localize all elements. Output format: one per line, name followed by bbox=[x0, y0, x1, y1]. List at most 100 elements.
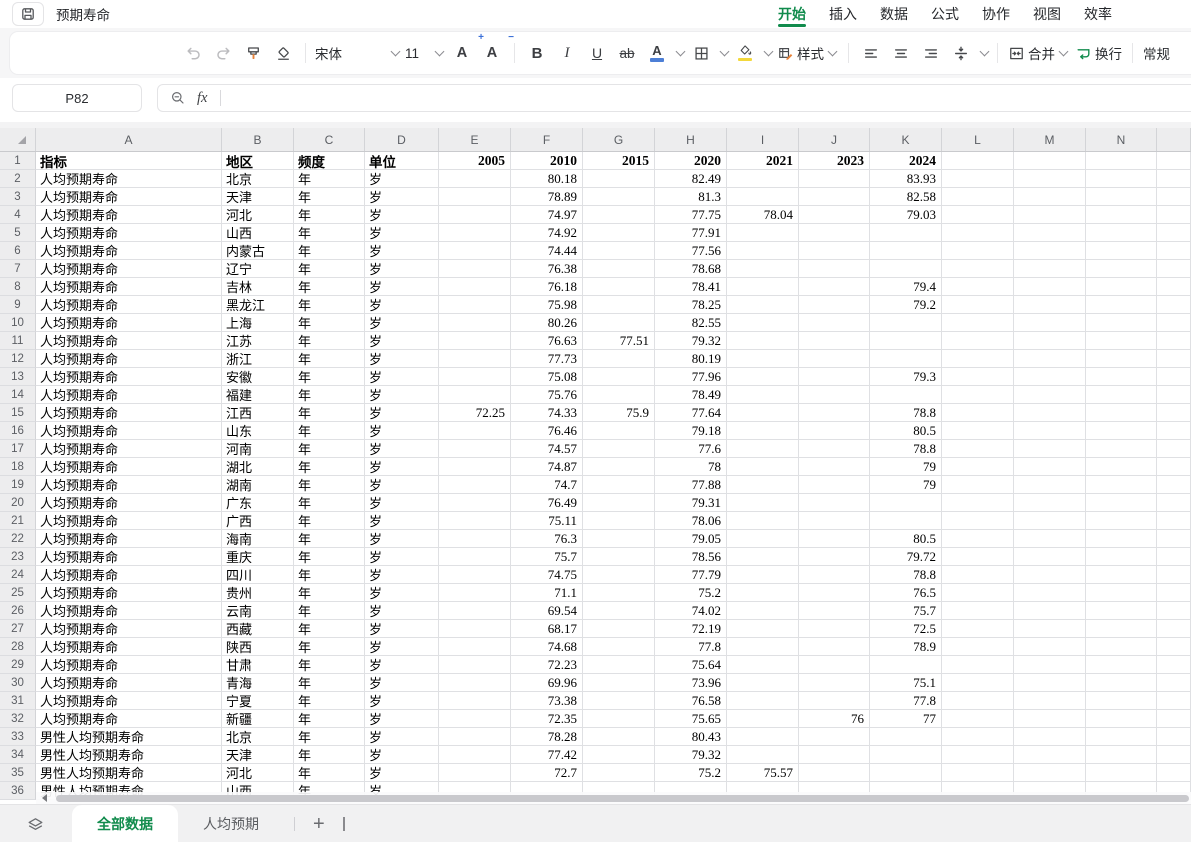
cell[interactable] bbox=[583, 314, 655, 332]
cell[interactable] bbox=[1086, 620, 1157, 638]
cell[interactable]: 75.9 bbox=[583, 404, 655, 422]
cell[interactable]: 81.3 bbox=[655, 188, 727, 206]
cell[interactable] bbox=[870, 224, 942, 242]
cell[interactable]: 年 bbox=[294, 548, 365, 566]
column-header-C[interactable]: C bbox=[294, 128, 365, 151]
cell[interactable] bbox=[870, 656, 942, 674]
row-number[interactable]: 27 bbox=[0, 620, 36, 638]
cell[interactable] bbox=[583, 368, 655, 386]
row-number[interactable]: 13 bbox=[0, 368, 36, 386]
cell[interactable]: 74.02 bbox=[655, 602, 727, 620]
cell[interactable]: 71.1 bbox=[511, 584, 583, 602]
cell[interactable]: 78.25 bbox=[655, 296, 727, 314]
bold-button[interactable]: B bbox=[522, 38, 552, 68]
align-center-button[interactable] bbox=[886, 38, 916, 68]
cell[interactable]: 82.49 bbox=[655, 170, 727, 188]
cell[interactable]: 人均预期寿命 bbox=[36, 602, 222, 620]
cell[interactable] bbox=[870, 314, 942, 332]
cell[interactable] bbox=[1086, 710, 1157, 728]
cell[interactable] bbox=[1014, 188, 1086, 206]
cell[interactable]: 江苏 bbox=[222, 332, 294, 350]
cell[interactable] bbox=[727, 224, 799, 242]
cell[interactable]: 75.64 bbox=[655, 656, 727, 674]
cell[interactable] bbox=[942, 206, 1014, 224]
cell[interactable] bbox=[870, 728, 942, 746]
cell[interactable]: 指标 bbox=[36, 152, 222, 170]
cell[interactable]: 河南 bbox=[222, 440, 294, 458]
cell[interactable] bbox=[1014, 710, 1086, 728]
cell[interactable] bbox=[727, 728, 799, 746]
cell[interactable]: 年 bbox=[294, 458, 365, 476]
cell[interactable] bbox=[439, 710, 511, 728]
row-number[interactable]: 11 bbox=[0, 332, 36, 350]
cell[interactable] bbox=[439, 260, 511, 278]
cell[interactable] bbox=[727, 278, 799, 296]
cell[interactable]: 年 bbox=[294, 260, 365, 278]
cell[interactable] bbox=[1014, 512, 1086, 530]
cell[interactable] bbox=[1086, 746, 1157, 764]
cell[interactable] bbox=[727, 332, 799, 350]
cell[interactable] bbox=[1157, 692, 1191, 710]
column-header-I[interactable]: I bbox=[727, 128, 799, 151]
cell[interactable] bbox=[799, 764, 870, 782]
cell[interactable]: 人均预期寿命 bbox=[36, 566, 222, 584]
cell[interactable] bbox=[1157, 206, 1191, 224]
cell[interactable]: 年 bbox=[294, 188, 365, 206]
cell[interactable] bbox=[439, 530, 511, 548]
cell[interactable]: 79.31 bbox=[655, 494, 727, 512]
cell[interactable] bbox=[1157, 404, 1191, 422]
cell[interactable] bbox=[1157, 332, 1191, 350]
cell[interactable]: 年 bbox=[294, 170, 365, 188]
cell[interactable] bbox=[799, 242, 870, 260]
cell[interactable] bbox=[1086, 512, 1157, 530]
cell[interactable] bbox=[727, 422, 799, 440]
cell[interactable] bbox=[1014, 332, 1086, 350]
cell[interactable] bbox=[870, 746, 942, 764]
cell[interactable] bbox=[799, 440, 870, 458]
cell[interactable] bbox=[1086, 404, 1157, 422]
cell[interactable] bbox=[439, 656, 511, 674]
cell[interactable]: 人均预期寿命 bbox=[36, 674, 222, 692]
cell[interactable] bbox=[583, 224, 655, 242]
cell[interactable] bbox=[870, 494, 942, 512]
cell[interactable]: 新疆 bbox=[222, 710, 294, 728]
sheet-tab-1[interactable]: 全部数据 bbox=[72, 805, 178, 842]
cell[interactable] bbox=[1014, 458, 1086, 476]
cell[interactable]: 72.25 bbox=[439, 404, 511, 422]
cell[interactable]: 男性人均预期寿命 bbox=[36, 764, 222, 782]
row-number[interactable]: 8 bbox=[0, 278, 36, 296]
cell[interactable]: 人均预期寿命 bbox=[36, 620, 222, 638]
cell[interactable] bbox=[1157, 584, 1191, 602]
borders-button[interactable] bbox=[686, 38, 716, 68]
cell[interactable] bbox=[942, 404, 1014, 422]
cell[interactable] bbox=[727, 440, 799, 458]
column-header-N[interactable]: N bbox=[1086, 128, 1157, 151]
column-header-D[interactable]: D bbox=[365, 128, 439, 151]
cell[interactable]: 74.92 bbox=[511, 224, 583, 242]
cell[interactable]: 2005 bbox=[439, 152, 511, 170]
align-left-button[interactable] bbox=[856, 38, 886, 68]
cell[interactable] bbox=[583, 638, 655, 656]
row-number[interactable]: 6 bbox=[0, 242, 36, 260]
cell[interactable]: 人均预期寿命 bbox=[36, 350, 222, 368]
cell[interactable]: 78 bbox=[655, 458, 727, 476]
cell[interactable]: 72.23 bbox=[511, 656, 583, 674]
cell[interactable] bbox=[727, 188, 799, 206]
cell[interactable] bbox=[439, 620, 511, 638]
cell[interactable]: 77.64 bbox=[655, 404, 727, 422]
cell[interactable]: 78.28 bbox=[511, 728, 583, 746]
cell[interactable]: 岁 bbox=[365, 368, 439, 386]
cell[interactable] bbox=[942, 638, 1014, 656]
cell[interactable] bbox=[942, 458, 1014, 476]
cell[interactable]: 人均预期寿命 bbox=[36, 260, 222, 278]
cell[interactable] bbox=[799, 458, 870, 476]
cell[interactable] bbox=[1014, 728, 1086, 746]
cell[interactable]: 78.9 bbox=[870, 638, 942, 656]
cell[interactable] bbox=[942, 368, 1014, 386]
cell[interactable]: 79.03 bbox=[870, 206, 942, 224]
cell[interactable]: 72.5 bbox=[870, 620, 942, 638]
cell[interactable] bbox=[727, 368, 799, 386]
cell[interactable]: 人均预期寿命 bbox=[36, 458, 222, 476]
cell[interactable] bbox=[583, 764, 655, 782]
cell[interactable]: 年 bbox=[294, 224, 365, 242]
